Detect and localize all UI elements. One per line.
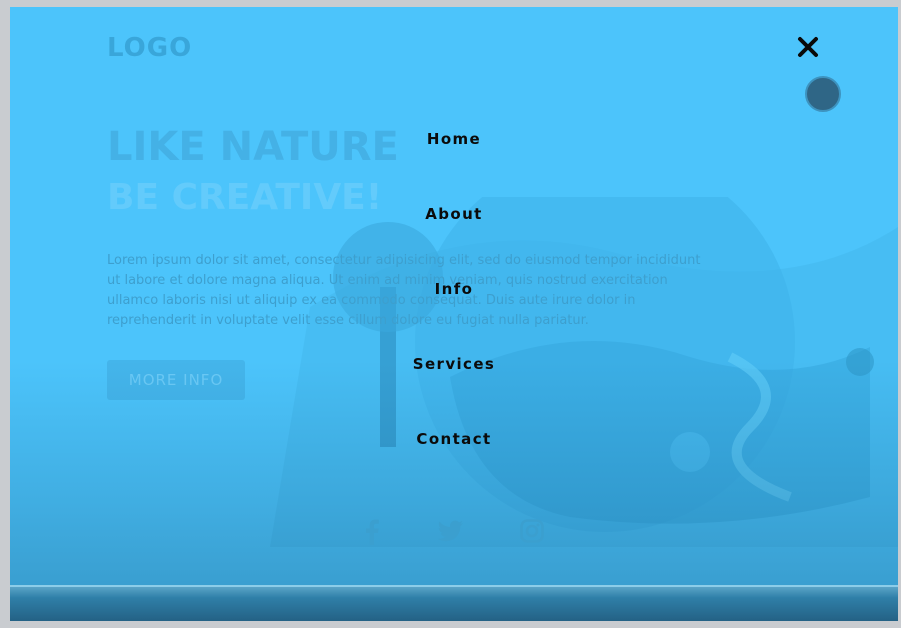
facebook-icon[interactable] <box>363 519 381 549</box>
nav-item-about[interactable]: About <box>10 205 898 223</box>
close-icon[interactable] <box>795 34 821 60</box>
instagram-icon[interactable] <box>520 519 544 547</box>
nav-item-contact[interactable]: Contact <box>10 430 898 448</box>
cursor-indicator <box>805 76 841 112</box>
paragraph-line: Lorem ipsum dolor sit amet, consectetur … <box>107 253 701 268</box>
nav-item-home[interactable]: Home <box>10 130 898 148</box>
background-logo: LOGO <box>107 33 193 63</box>
paragraph-line: reprehenderit in voluptate velit esse ci… <box>107 313 589 328</box>
nav-item-services[interactable]: Services <box>10 355 898 373</box>
browser-viewport: LOGO LIKE NATURE BE CREATIVE! Lorem ipsu… <box>10 7 898 621</box>
twitter-icon[interactable] <box>437 519 464 547</box>
nav-item-info[interactable]: Info <box>10 280 898 298</box>
bottom-bar <box>10 585 898 621</box>
